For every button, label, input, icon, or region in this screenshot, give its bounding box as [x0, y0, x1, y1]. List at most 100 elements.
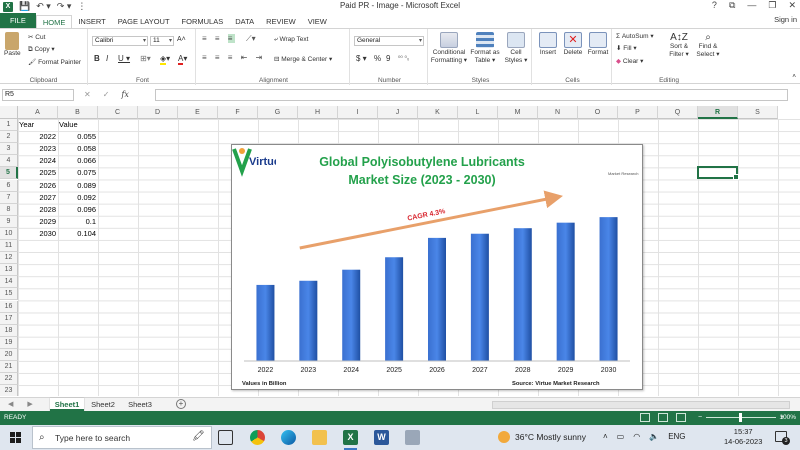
row-header-20[interactable]: 20 [0, 348, 18, 361]
tab-insert[interactable]: INSERT [72, 15, 111, 28]
currency-button[interactable]: $ ▾ [356, 54, 367, 63]
fill-color-icon[interactable]: ◈▾ [160, 54, 170, 65]
paste-button[interactable]: Paste [4, 32, 21, 57]
horizontal-scrollbar[interactable] [492, 401, 790, 409]
cell-b5[interactable]: 0.075 [59, 167, 96, 179]
cancel-icon[interactable]: ✕ [84, 90, 91, 99]
row-header-9[interactable]: 9 [0, 215, 18, 228]
weather-widget[interactable]: 36°C Mostly sunny [498, 431, 586, 443]
fill-button[interactable]: ⬇ Fill ▾ [616, 44, 637, 52]
row-header-6[interactable]: 6 [0, 179, 18, 192]
cell-a10[interactable]: 2030 [19, 228, 56, 240]
format-cells-button[interactable]: Format [586, 32, 610, 56]
sign-in-link[interactable]: Sign in [774, 15, 797, 24]
font-size-select[interactable]: 11 [150, 36, 174, 46]
column-header-r[interactable]: R [698, 106, 738, 119]
tab-home[interactable]: HOME [35, 15, 73, 28]
cell-b9[interactable]: 0.1 [59, 216, 96, 228]
column-header-d[interactable]: D [138, 106, 178, 119]
italic-button[interactable]: I [106, 54, 108, 63]
tab-review[interactable]: REVIEW [260, 15, 302, 28]
column-header-i[interactable]: I [338, 106, 378, 119]
cell-a1[interactable]: Year [19, 119, 56, 131]
column-header-b[interactable]: B [58, 106, 98, 119]
tab-formulas[interactable]: FORMULAS [176, 15, 230, 28]
borders-icon[interactable]: ⊞▾ [140, 54, 151, 63]
enter-icon[interactable]: ✓ [103, 90, 110, 99]
paint-taskbar-icon[interactable] [405, 430, 420, 445]
format-as-table-button[interactable]: Format as Table ▾ [470, 32, 500, 64]
copy-button[interactable]: ⧉ Copy ▾ [28, 45, 55, 54]
page-layout-view-icon[interactable] [658, 413, 668, 422]
horizontal-align-icons[interactable]: ≡ ≡ ≡ ⇤ ⇥ [202, 53, 265, 62]
row-header-17[interactable]: 17 [0, 312, 18, 325]
column-header-c[interactable]: C [98, 106, 138, 119]
cell-a6[interactable]: 2026 [19, 180, 56, 192]
tab-page-layout[interactable]: PAGE LAYOUT [112, 15, 176, 28]
column-header-j[interactable]: J [378, 106, 418, 119]
cell-a2[interactable]: 2022 [19, 131, 56, 143]
formula-input[interactable] [155, 89, 788, 101]
delete-cells-button[interactable]: ✕ Delete [561, 32, 585, 56]
wrap-text-button[interactable]: ⤶ Wrap Text [274, 36, 308, 44]
insert-cells-button[interactable]: Insert [536, 32, 560, 56]
row-header-3[interactable]: 3 [0, 143, 18, 156]
cut-button[interactable]: ✂ Cut [28, 33, 45, 41]
column-header-q[interactable]: Q [658, 106, 698, 119]
column-header-n[interactable]: N [538, 106, 578, 119]
row-header-10[interactable]: 10 [0, 227, 18, 240]
sheet-tab-1[interactable]: Sheet1 [50, 398, 84, 411]
column-header-g[interactable]: G [258, 106, 298, 119]
row-header-12[interactable]: 12 [0, 252, 18, 265]
sort-filter-button[interactable]: A↕Z Sort & Filter ▾ [666, 32, 692, 58]
cell-a9[interactable]: 2029 [19, 216, 56, 228]
excel-taskbar-icon[interactable]: X [343, 430, 358, 450]
minimize-button[interactable]: — [747, 0, 756, 11]
row-header-13[interactable]: 13 [0, 264, 18, 277]
cell-b8[interactable]: 0.096 [59, 204, 96, 216]
volume-icon[interactable]: 🔈 [649, 432, 659, 441]
orientation-icon[interactable]: ⟋▾ [246, 34, 256, 44]
merge-center-button[interactable]: ⊟ Merge & Center ▾ [274, 55, 332, 63]
cell-b7[interactable]: 0.092 [59, 192, 96, 204]
column-header-o[interactable]: O [578, 106, 618, 119]
find-select-button[interactable]: ⌕ Find & Select ▾ [694, 32, 722, 58]
column-header-e[interactable]: E [178, 106, 218, 119]
row-header-2[interactable]: 2 [0, 131, 18, 144]
tab-file[interactable]: FILE [0, 13, 36, 28]
page-break-view-icon[interactable] [676, 413, 686, 422]
sheet-tab-3[interactable]: Sheet3 [123, 398, 157, 411]
taskbar-search-box[interactable]: ⌕ Type here to search 🖍 [32, 426, 212, 449]
tab-view[interactable]: VIEW [302, 15, 333, 28]
row-header-15[interactable]: 15 [0, 288, 18, 301]
language-indicator[interactable]: ENG [668, 432, 685, 441]
cell-b2[interactable]: 0.055 [59, 131, 96, 143]
column-header-p[interactable]: P [618, 106, 658, 119]
decimal-buttons[interactable]: ⁰⁰ ⁰₀ [398, 55, 409, 62]
selected-cell-r5[interactable] [697, 166, 739, 180]
select-all-corner[interactable] [0, 106, 18, 119]
row-header-11[interactable]: 11 [0, 240, 18, 253]
column-header-f[interactable]: F [218, 106, 258, 119]
column-header-h[interactable]: H [298, 106, 338, 119]
add-sheet-icon[interactable]: + [176, 399, 186, 409]
normal-view-icon[interactable] [640, 413, 650, 422]
comma-button[interactable]: 9 [386, 54, 390, 63]
insert-function-icon[interactable]: fx [121, 90, 128, 99]
sheet-tab-2[interactable]: Sheet2 [86, 398, 120, 411]
ribbon-display-button[interactable]: ⧉ [729, 0, 735, 11]
row-header-19[interactable]: 19 [0, 336, 18, 349]
cell-a3[interactable]: 2023 [19, 143, 56, 155]
edge-icon[interactable] [281, 430, 296, 445]
vertical-align-icons[interactable]: ≡ ≡ ≡ [202, 34, 236, 43]
cell-a4[interactable]: 2024 [19, 155, 56, 167]
chart-object[interactable]: Global Polyisobutylene Lubricants Market… [231, 144, 643, 390]
underline-button[interactable]: U ▾ [118, 54, 130, 63]
row-header-5[interactable]: 5 [0, 167, 18, 180]
format-painter-button[interactable]: 🖌 Format Painter [28, 58, 81, 66]
cell-a5[interactable]: 2025 [19, 167, 56, 179]
chrome-icon[interactable] [250, 430, 265, 445]
cell-b10[interactable]: 0.104 [59, 228, 96, 240]
task-view-icon[interactable] [218, 430, 233, 445]
cell-styles-button[interactable]: Cell Styles ▾ [502, 32, 530, 64]
